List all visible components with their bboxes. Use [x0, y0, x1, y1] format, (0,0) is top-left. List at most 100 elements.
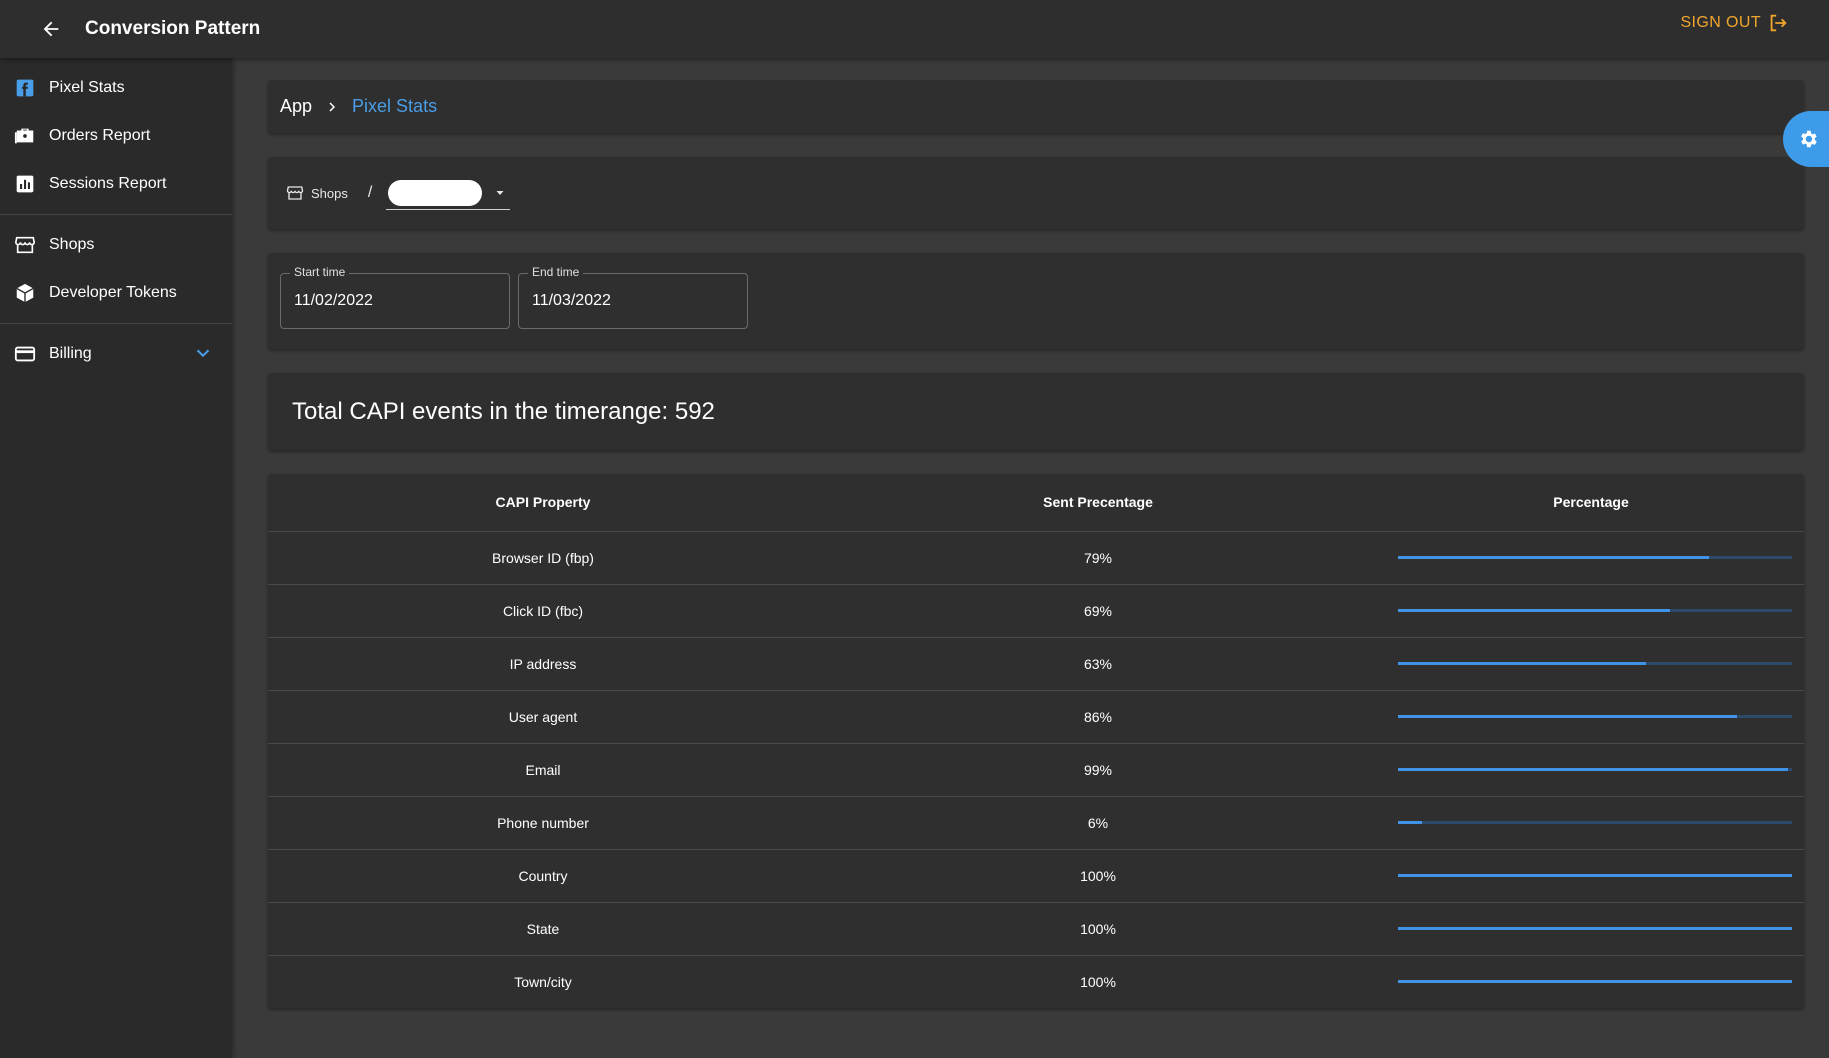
cell-capi-property: Country — [268, 849, 818, 903]
breadcrumb-separator: / — [367, 184, 373, 201]
cell-sent-percentage: 99% — [818, 743, 1378, 797]
sign-out-button[interactable]: SIGN OUT — [1680, 0, 1789, 46]
start-time-label: Start time — [290, 265, 350, 279]
cell-sent-percentage: 100% — [818, 849, 1378, 903]
progress-bar-track — [1398, 662, 1792, 665]
end-time-label: End time — [528, 265, 584, 279]
cell-sent-percentage: 100% — [818, 902, 1378, 956]
breadcrumb-current: Pixel Stats — [352, 96, 438, 116]
cell-capi-property: User agent — [268, 690, 818, 744]
progress-bar-track — [1398, 927, 1792, 930]
progress-bar-track — [1398, 874, 1792, 877]
start-time-value: 11/02/2022 — [294, 292, 373, 309]
sidebar-item-developer-tokens[interactable]: Developer Tokens — [0, 269, 232, 317]
shops-link-label: Shops — [311, 185, 348, 201]
progress-bar-fill — [1398, 715, 1737, 718]
facebook-icon — [13, 76, 37, 100]
cell-capi-property: Browser ID (fbp) — [268, 531, 818, 585]
sidebar-item-label: Billing — [49, 345, 92, 362]
progress-bar-fill — [1398, 609, 1670, 612]
sidebar-item-label: Shops — [49, 236, 95, 253]
progress-bar-fill — [1398, 874, 1792, 877]
cell-sent-percentage: 63% — [818, 637, 1378, 691]
cell-sent-percentage: 69% — [818, 584, 1378, 638]
table-row: Email 99% — [268, 743, 1804, 797]
date-range-card: Start time 11/02/2022 End time 11/03/202… — [268, 253, 1804, 349]
shop-select[interactable] — [386, 176, 511, 210]
breadcrumb: App Pixel Stats — [268, 80, 1804, 133]
total-events-text: Total CAPI events in the timerange: 592 — [292, 397, 715, 425]
progress-bar-fill — [1398, 980, 1792, 984]
breadcrumb-app-link[interactable]: App — [280, 96, 312, 117]
cube-icon — [13, 281, 37, 305]
app-bar: Conversion Pattern SIGN OUT — [0, 0, 1829, 58]
shops-link[interactable]: Shops — [286, 184, 348, 202]
table-row: Click ID (fbc) 69% — [268, 584, 1804, 638]
cell-percentage-bar — [1378, 690, 1804, 744]
nav-group-management: Shops Developer Tokens — [0, 215, 232, 324]
capi-table: CAPI Property Sent Precentage Percentage… — [268, 474, 1804, 1008]
cell-capi-property: Phone number — [268, 796, 818, 850]
chevron-down-icon[interactable] — [192, 342, 214, 369]
end-time-field[interactable]: End time 11/03/2022 — [518, 265, 748, 329]
progress-bar-track — [1398, 980, 1792, 984]
progress-bar-fill — [1398, 556, 1710, 559]
cell-capi-property: Email — [268, 743, 818, 797]
progress-bar-track — [1398, 768, 1792, 771]
sign-out-label: SIGN OUT — [1680, 14, 1761, 31]
start-time-field[interactable]: Start time 11/02/2022 — [280, 265, 510, 329]
cell-percentage-bar — [1378, 637, 1804, 691]
arrow-left-icon — [43, 21, 59, 37]
progress-bar-track — [1398, 556, 1792, 559]
header-percentage: Percentage — [1378, 474, 1804, 532]
gear-icon — [1801, 130, 1817, 148]
cell-percentage-bar — [1378, 743, 1804, 797]
table-row: User agent 86% — [268, 690, 1804, 744]
cell-percentage-bar — [1378, 796, 1804, 850]
logout-icon — [1770, 14, 1787, 32]
progress-bar-fill — [1398, 662, 1647, 665]
caret-down-icon — [494, 186, 506, 204]
cell-capi-property: Town/city — [514, 973, 572, 990]
cell-percentage-bar — [1378, 531, 1804, 585]
progress-bar-fill — [1398, 927, 1792, 930]
sidebar-item-label: Sessions Report — [49, 175, 167, 192]
app-title: Conversion Pattern — [85, 18, 261, 39]
bar-chart-icon — [13, 172, 37, 196]
progress-bar-track — [1398, 821, 1792, 824]
cell-percentage-bar — [1378, 902, 1804, 956]
cell-capi-property: Click ID (fbc) — [268, 584, 818, 638]
nav-group-billing: Billing — [0, 324, 232, 384]
cell-percentage-bar — [1378, 584, 1804, 638]
header-capi-property: CAPI Property — [268, 474, 818, 532]
table-header-row: CAPI Property Sent Precentage Percentage — [268, 474, 1804, 532]
cell-percentage-bar — [1378, 849, 1804, 903]
progress-bar-fill — [1398, 768, 1789, 771]
sidebar-item-pixel-stats[interactable]: Pixel Stats — [0, 64, 232, 112]
sidebar: Pixel Stats Orders Report Sessions Repor… — [0, 58, 232, 1058]
cell-percentage-bar — [1378, 955, 1804, 1008]
header-sent-percentage: Sent Precentage — [818, 474, 1378, 532]
sidebar-item-label: Orders Report — [49, 127, 151, 144]
sidebar-item-shops[interactable]: Shops — [0, 221, 232, 269]
progress-bar-track — [1398, 609, 1792, 612]
cell-sent-percentage: 79% — [818, 531, 1378, 585]
table-row: Country 100% — [268, 849, 1804, 903]
table-row: State 100% — [268, 902, 1804, 956]
capi-table-card: CAPI Property Sent Precentage Percentage… — [268, 474, 1804, 1008]
shop-selector-card: Shops / — [268, 157, 1804, 229]
progress-bar-fill — [1398, 821, 1422, 824]
table-row: Town/city 100% — [268, 955, 1804, 1008]
cell-capi-property: State — [268, 902, 818, 956]
store-icon — [286, 186, 304, 200]
back-button[interactable] — [31, 9, 71, 49]
nav-group-reports: Pixel Stats Orders Report Sessions Repor… — [0, 58, 232, 215]
chevron-right-icon — [324, 99, 340, 115]
cell-sent-percentage: 86% — [818, 690, 1378, 744]
sidebar-item-label: Pixel Stats — [49, 79, 125, 96]
sidebar-item-sessions-report[interactable]: Sessions Report — [0, 160, 232, 208]
store-icon — [13, 233, 37, 257]
sidebar-item-orders-report[interactable]: Orders Report — [0, 112, 232, 160]
sidebar-item-billing[interactable]: Billing — [0, 330, 232, 378]
table-row: IP address 63% — [268, 637, 1804, 691]
